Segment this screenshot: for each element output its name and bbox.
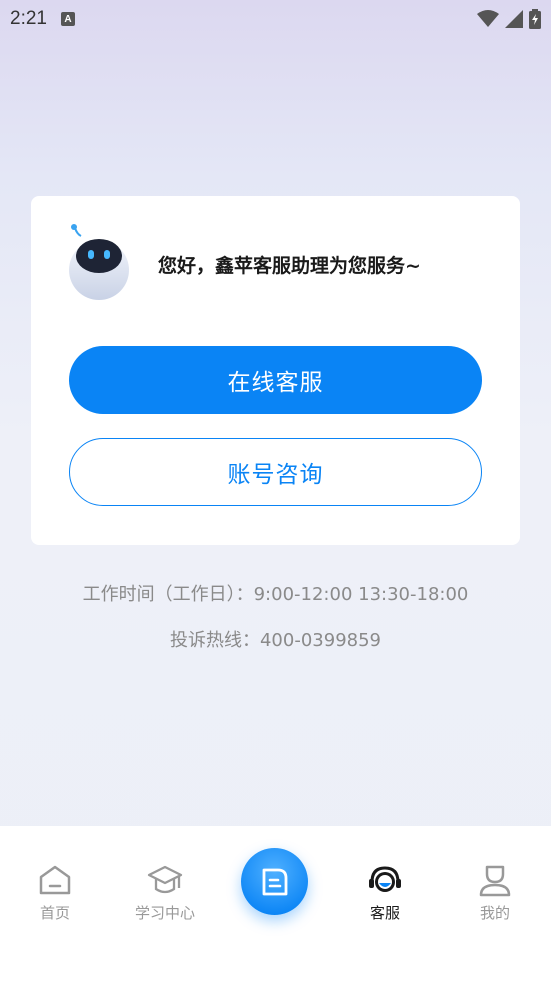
home-icon [37,862,73,898]
complaint-hotline-text: 投诉热线：400-0399859 [169,630,382,651]
customer-service-card: 您好，鑫苹客服助理为您服务~ 在线客服 账号咨询 [31,196,520,545]
online-service-button[interactable]: 在线客服 [69,346,482,414]
graduation-cap-icon [147,862,183,898]
robot-assistant-icon [69,224,129,300]
accessibility-a-icon: A [60,12,75,26]
signal-icon [505,10,523,28]
status-bar: 2:21 A [0,0,551,38]
tab-learning-center-label: 学习中心 [134,904,195,922]
tab-mine[interactable]: 我的 [450,862,540,923]
status-time: 2:21 [10,8,47,29]
person-icon [477,862,513,898]
center-action-button[interactable] [241,848,308,915]
tab-customer-service[interactable]: 客服 [340,862,430,923]
tab-mine-label: 我的 [479,904,510,922]
battery-icon [529,9,541,29]
tab-home-label: 首页 [39,904,70,922]
tab-customer-service-label: 客服 [369,904,400,922]
tab-learning-center[interactable]: 学习中心 [120,862,210,923]
headset-icon [367,862,403,898]
status-right [477,9,541,29]
working-hours-text: 工作时间（工作日）：9:00-12:00 13:30-18:00 [82,584,469,605]
account-consult-button[interactable]: 账号咨询 [69,438,482,506]
status-left: 2:21 A [10,8,75,30]
document-icon [262,868,287,895]
wifi-icon [477,10,499,27]
tab-home[interactable]: 首页 [10,862,100,923]
greeting-text: 您好，鑫苹客服助理为您服务~ [158,255,421,277]
